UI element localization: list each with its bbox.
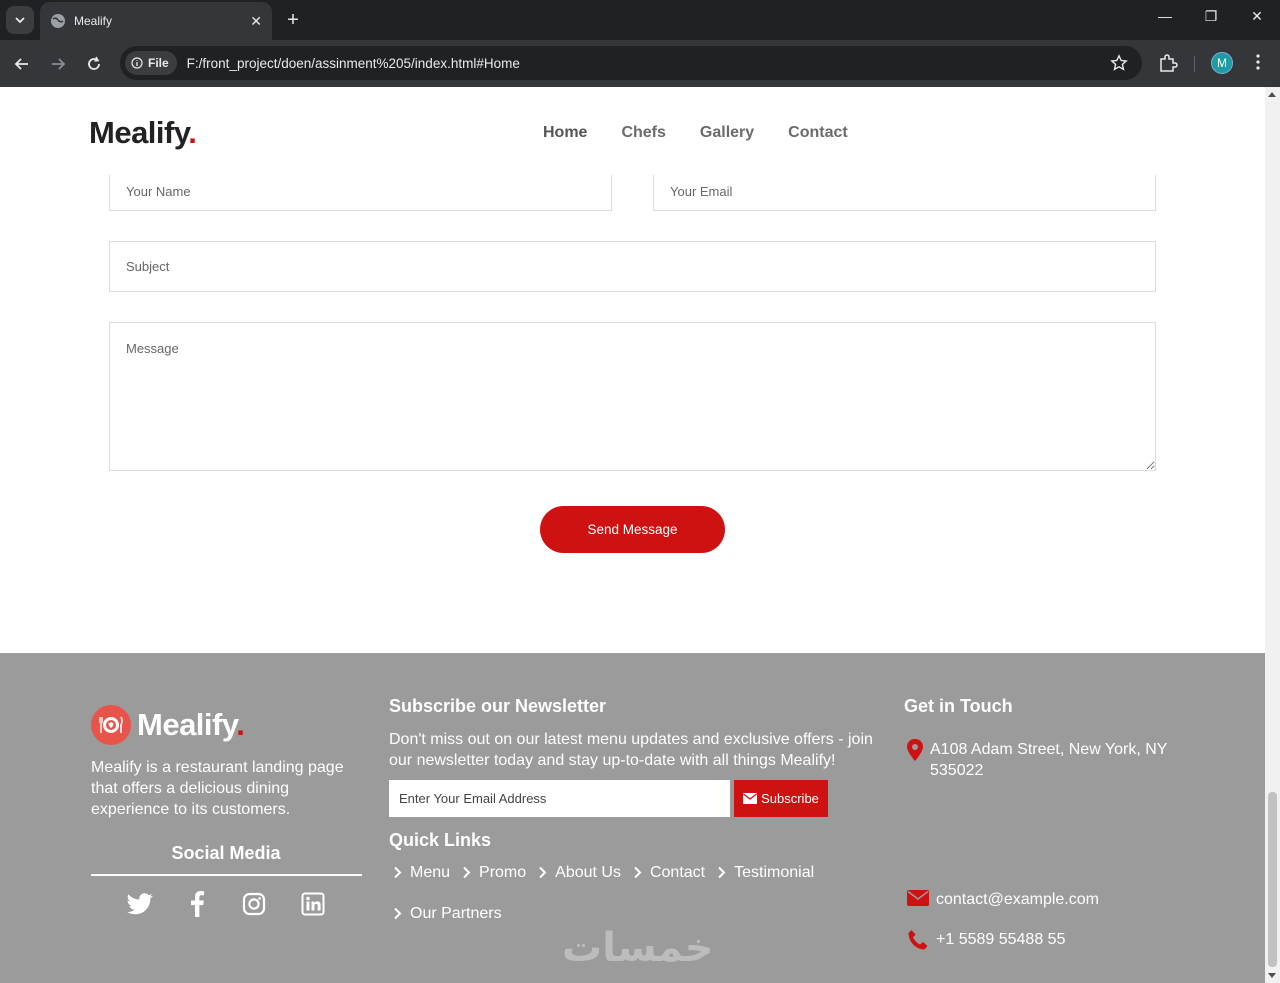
quick-link-promo[interactable]: Promo	[462, 861, 526, 884]
chevron-right-icon	[539, 866, 547, 879]
subscribe-label: Subscribe	[761, 791, 819, 806]
send-message-button[interactable]: Send Message	[540, 506, 725, 553]
envelope-icon	[743, 793, 758, 804]
quick-link-menu[interactable]: Menu	[393, 861, 450, 884]
subject-input[interactable]	[109, 241, 1156, 292]
profile-avatar[interactable]: M	[1211, 52, 1233, 74]
watermark: خمسات	[562, 926, 714, 970]
nav-contact[interactable]: Contact	[788, 124, 848, 142]
more-vert-icon[interactable]	[1248, 52, 1268, 72]
scroll-thumb[interactable]	[1268, 792, 1277, 967]
browser-tab[interactable]: Mealify ✕	[40, 2, 272, 40]
map-pin-icon	[907, 739, 923, 761]
quick-link-about-us[interactable]: About Us	[538, 861, 621, 884]
linkedin-icon[interactable]	[301, 892, 325, 916]
extensions-icon[interactable]	[1157, 52, 1179, 74]
footer-logo-dot: .	[236, 707, 245, 742]
bookmark-star-icon[interactable]	[1110, 54, 1128, 72]
subscribe-button[interactable]: Subscribe	[734, 780, 828, 817]
logo-dot: .	[188, 115, 197, 150]
twitter-icon[interactable]	[127, 893, 153, 915]
minimize-icon[interactable]: —	[1153, 8, 1177, 24]
newsletter-title: Subscribe our Newsletter	[389, 696, 607, 716]
forward-button[interactable]	[46, 52, 70, 76]
site-header: Mealify. Home Chefs Gallery Contact	[0, 87, 1265, 175]
quick-link-label: Our Partners	[410, 904, 502, 922]
toolbar-separator	[1194, 56, 1195, 72]
tab-title: Mealify	[74, 14, 113, 28]
restore-icon[interactable]: ❐	[1199, 8, 1223, 25]
quick-link-contact[interactable]: Contact	[633, 861, 705, 884]
footer-description: Mealify is a restaurant landing page tha…	[91, 759, 344, 818]
quick-link-label: Promo	[479, 863, 527, 881]
url-text[interactable]: F:/front_project/doen/assinment%205/inde…	[187, 56, 520, 71]
chevron-right-icon	[634, 866, 642, 879]
site-logo[interactable]: Mealify.	[89, 115, 197, 151]
quick-link-our-partners[interactable]: Our Partners	[393, 902, 502, 925]
globe-icon	[51, 14, 65, 28]
contact-email[interactable]: contact@example.com	[906, 889, 1099, 910]
quick-links-list: Menu Promo About Us Contact Testimonial …	[393, 861, 863, 925]
tab-close-icon[interactable]: ✕	[250, 13, 262, 30]
reload-button[interactable]	[82, 52, 106, 76]
footer-logo[interactable]: Mealify.	[91, 705, 245, 745]
newsletter-description: Don't miss out on our latest menu update…	[389, 731, 873, 769]
contact-address: A108 Adam Street, New York, NY 535022	[906, 739, 1176, 781]
new-tab-button[interactable]: +	[283, 8, 303, 32]
window-close-icon[interactable]: ✕	[1245, 8, 1269, 25]
phone-icon	[908, 930, 928, 950]
page-viewport: Mealify. Home Chefs Gallery Contact Send…	[0, 87, 1265, 983]
chevron-down-icon	[15, 17, 25, 24]
newsletter-email-input[interactable]	[389, 780, 730, 817]
email-text: contact@example.com	[936, 891, 1099, 908]
scroll-down-arrow[interactable]	[1268, 973, 1276, 978]
quick-link-label: Menu	[410, 863, 451, 881]
address-bar[interactable]: File F:/front_project/doen/assinment%205…	[120, 46, 1142, 80]
address-text: A108 Adam Street, New York, NY 535022	[930, 741, 1168, 779]
quick-link-label: Testimonial	[734, 863, 815, 881]
chevron-right-icon	[394, 866, 402, 879]
plate-icon	[91, 705, 131, 745]
arrow-right-icon	[52, 58, 66, 70]
social-media-title: Social Media	[171, 843, 281, 863]
get-in-touch-title: Get in Touch	[904, 696, 1013, 716]
instagram-icon[interactable]	[242, 892, 266, 916]
quick-link-label: Contact	[649, 863, 706, 881]
chevron-right-icon	[394, 907, 402, 920]
quick-link-label: About Us	[555, 863, 621, 881]
logo-text: Mealify	[89, 115, 189, 150]
footer-logo-text: Mealify	[137, 707, 237, 742]
page-scrollbar[interactable]	[1265, 87, 1280, 983]
arrow-left-icon	[14, 58, 28, 70]
info-icon	[131, 57, 143, 69]
quick-link-testimonial[interactable]: Testimonial	[717, 861, 814, 884]
tab-search-button[interactable]	[6, 6, 34, 34]
chevron-right-icon	[463, 866, 471, 879]
nav-chefs[interactable]: Chefs	[621, 124, 665, 142]
reload-icon	[88, 56, 100, 70]
site-footer: Mealify. Mealify is a restaurant landing…	[0, 653, 1265, 983]
site-info-chip[interactable]: File	[125, 51, 177, 75]
facebook-icon[interactable]	[189, 891, 205, 917]
back-button[interactable]	[10, 52, 34, 76]
message-textarea[interactable]	[109, 322, 1156, 471]
nav-gallery[interactable]: Gallery	[700, 124, 754, 142]
main-nav: Home Chefs Gallery Contact	[543, 124, 848, 142]
social-divider	[91, 874, 362, 876]
phone-text: +1 5589 55488 55	[936, 931, 1066, 948]
scroll-up-arrow[interactable]	[1268, 92, 1276, 97]
envelope-icon	[907, 890, 929, 906]
chip-label: File	[148, 56, 169, 70]
quick-links-title: Quick Links	[389, 830, 492, 850]
contact-phone[interactable]: +1 5589 55488 55	[906, 929, 1065, 951]
browser-tabstrip: Mealify ✕ + — ❐ ✕	[0, 0, 1280, 40]
browser-toolbar: File F:/front_project/doen/assinment%205…	[0, 40, 1280, 87]
nav-home[interactable]: Home	[543, 124, 587, 142]
chevron-right-icon	[718, 866, 726, 879]
